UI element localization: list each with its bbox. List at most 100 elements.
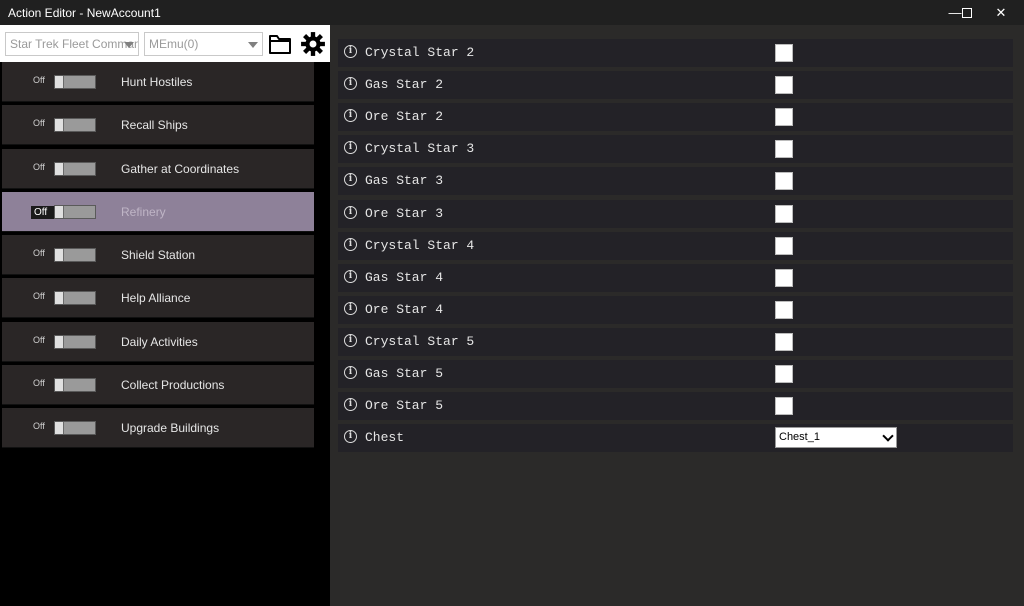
chest-select-value: Chest_1 bbox=[779, 431, 820, 444]
setting-checkbox[interactable] bbox=[775, 204, 793, 223]
setting-label: Ore Star 2 bbox=[365, 109, 444, 125]
action-item[interactable]: Off Recall Ships bbox=[2, 105, 314, 146]
setting-label: Gas Star 4 bbox=[365, 269, 444, 285]
info-icon[interactable]: i bbox=[344, 77, 357, 91]
toggle-state-label: Off bbox=[31, 205, 54, 219]
chevron-down-icon bbox=[124, 42, 134, 48]
action-item[interactable]: Off Refinery bbox=[2, 191, 314, 232]
toggle-state-label: Off bbox=[33, 421, 45, 432]
toggle-state-label: Off bbox=[33, 248, 45, 259]
toggle-knob bbox=[55, 162, 64, 175]
action-toggle[interactable] bbox=[54, 118, 96, 133]
action-label: Upgrade Buildings bbox=[121, 421, 220, 436]
info-icon[interactable]: i bbox=[344, 205, 357, 219]
setting-checkbox[interactable] bbox=[775, 397, 793, 416]
setting-row: i Crystal Star 5 bbox=[338, 327, 1013, 356]
setting-label: Crystal Star 2 bbox=[365, 45, 475, 60]
emulator-select[interactable]: MEmu(0) bbox=[144, 32, 263, 56]
toggle-knob bbox=[55, 335, 64, 348]
info-icon[interactable]: i bbox=[344, 237, 357, 251]
setting-label: Gas Star 3 bbox=[365, 173, 444, 189]
action-label: Daily Activities bbox=[121, 334, 198, 349]
toggle-knob bbox=[55, 205, 64, 218]
setting-row: i Gas Star 4 bbox=[338, 263, 1013, 292]
setting-row: i Ore Star 4 bbox=[338, 295, 1013, 324]
setting-label: Gas Star 2 bbox=[365, 77, 444, 93]
setting-row: i Ore Star 5 bbox=[338, 392, 1013, 421]
toggle-knob bbox=[55, 422, 64, 435]
info-icon[interactable]: i bbox=[344, 173, 357, 187]
setting-checkbox[interactable] bbox=[775, 140, 793, 159]
info-icon[interactable]: i bbox=[344, 333, 357, 347]
action-label: Shield Station bbox=[121, 248, 196, 263]
action-toggle[interactable] bbox=[54, 291, 96, 306]
setting-label: Ore Star 3 bbox=[365, 205, 444, 221]
action-toggle[interactable] bbox=[54, 161, 96, 176]
action-label: Gather at Coordinates bbox=[121, 161, 240, 176]
action-item[interactable]: Off Gather at Coordinates bbox=[2, 148, 314, 189]
game-select[interactable]: Star Trek Fleet Command bbox=[5, 32, 139, 56]
emulator-select-value: MEmu(0) bbox=[149, 37, 199, 51]
folder-icon[interactable] bbox=[268, 33, 292, 55]
info-icon[interactable]: i bbox=[344, 45, 357, 58]
setting-label: Crystal Star 5 bbox=[365, 333, 475, 349]
setting-checkbox[interactable] bbox=[775, 300, 793, 319]
setting-checkbox[interactable] bbox=[775, 44, 793, 62]
setting-label: Chest bbox=[365, 430, 405, 446]
toggle-state-label: Off bbox=[33, 75, 45, 85]
setting-label: Crystal Star 4 bbox=[365, 237, 475, 253]
action-item[interactable]: Off Daily Activities bbox=[2, 321, 314, 362]
toggle-knob bbox=[55, 379, 64, 392]
setting-checkbox[interactable] bbox=[775, 76, 793, 95]
action-toggle[interactable] bbox=[54, 204, 96, 219]
action-item[interactable]: Off Hunt Hostiles bbox=[2, 62, 314, 102]
toggle-knob bbox=[55, 76, 64, 88]
action-item[interactable]: Off Help Alliance bbox=[2, 278, 314, 319]
toggle-state-label: Off bbox=[33, 161, 45, 172]
action-toggle[interactable] bbox=[54, 421, 96, 436]
gear-icon[interactable] bbox=[300, 31, 326, 57]
info-icon[interactable]: i bbox=[344, 366, 357, 379]
setting-row: i Crystal Star 3 bbox=[338, 135, 1013, 164]
info-icon[interactable]: i bbox=[344, 430, 357, 444]
setting-row: i Gas Star 2 bbox=[338, 71, 1013, 100]
chevron-down-icon bbox=[882, 430, 894, 442]
title-bar: Action Editor - NewAccount1 — ✕ bbox=[0, 0, 1024, 25]
setting-checkbox[interactable] bbox=[775, 268, 793, 287]
action-item[interactable]: Off Upgrade Buildings bbox=[2, 408, 314, 449]
setting-checkbox[interactable] bbox=[775, 365, 793, 383]
setting-row: i Crystal Star 4 bbox=[338, 231, 1013, 260]
toggle-state-label: Off bbox=[33, 378, 45, 389]
info-icon[interactable]: i bbox=[344, 269, 357, 283]
setting-label: Crystal Star 3 bbox=[365, 141, 475, 157]
action-toggle[interactable] bbox=[54, 248, 96, 263]
chevron-down-icon bbox=[248, 42, 258, 48]
chest-select[interactable]: Chest_1 bbox=[775, 427, 897, 449]
action-toggle[interactable] bbox=[54, 334, 96, 349]
action-item[interactable]: Off Shield Station bbox=[2, 235, 314, 276]
info-icon[interactable]: i bbox=[344, 301, 357, 315]
setting-label: Ore Star 5 bbox=[365, 398, 444, 414]
setting-label: Ore Star 4 bbox=[365, 301, 444, 317]
action-toggle[interactable] bbox=[54, 75, 96, 89]
toggle-knob bbox=[55, 119, 64, 132]
setting-checkbox[interactable] bbox=[775, 332, 793, 351]
setting-checkbox[interactable] bbox=[775, 172, 793, 191]
action-label: Collect Productions bbox=[121, 378, 225, 393]
setting-checkbox[interactable] bbox=[775, 236, 793, 255]
toggle-knob bbox=[55, 292, 64, 305]
setting-row: i Gas Star 3 bbox=[338, 167, 1013, 196]
game-select-value: Star Trek Fleet Command bbox=[10, 37, 139, 51]
action-label: Help Alliance bbox=[121, 291, 191, 306]
info-icon[interactable]: i bbox=[344, 109, 357, 123]
action-toggle[interactable] bbox=[54, 378, 96, 393]
close-button[interactable]: ✕ bbox=[978, 0, 1024, 25]
toggle-knob bbox=[55, 249, 64, 262]
setting-row: i Ore Star 3 bbox=[338, 199, 1013, 228]
info-icon[interactable]: i bbox=[344, 398, 357, 412]
toggle-state-label: Off bbox=[33, 118, 45, 129]
action-item[interactable]: Off Collect Productions bbox=[2, 365, 314, 406]
setting-row: i Gas Star 5 bbox=[338, 360, 1013, 388]
info-icon[interactable]: i bbox=[344, 141, 357, 155]
setting-checkbox[interactable] bbox=[775, 108, 793, 127]
